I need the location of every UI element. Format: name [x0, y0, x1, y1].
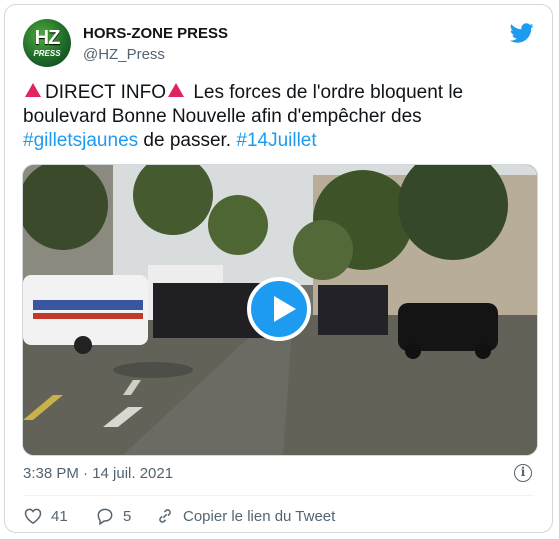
hashtag-14juillet[interactable]: #14Juillet	[236, 130, 316, 151]
play-icon[interactable]	[247, 277, 311, 341]
avatar-logo-text: HZ	[34, 27, 61, 49]
timestamp[interactable]: 3:38 PM · 14 juil. 2021	[23, 465, 173, 482]
link-icon	[159, 509, 171, 523]
video-player[interactable]	[22, 164, 538, 456]
avatar-logo-subtext: PRESS	[33, 49, 61, 58]
account-handle[interactable]: @HZ_Press	[83, 46, 165, 63]
copy-link-label: Copier le lien du Tweet	[183, 507, 336, 525]
reply-icon	[97, 508, 113, 526]
tweet-lead: DIRECT INFO	[45, 82, 167, 103]
heart-icon	[24, 508, 42, 524]
reply-action[interactable]: 5	[95, 506, 131, 526]
divider	[23, 495, 534, 496]
twitter-bird-icon[interactable]	[510, 21, 534, 45]
warning-triangle-icon	[25, 83, 41, 97]
info-icon[interactable]: i	[514, 464, 532, 482]
copy-link-action[interactable]: Copier le lien du Tweet	[155, 506, 335, 526]
tweet-card[interactable]: HZ PRESS HORS-ZONE PRESS @HZ_Press DIREC…	[4, 4, 553, 533]
tweet-text: DIRECT INFO Les forces de l'ordre bloque…	[23, 81, 533, 153]
hashtag-gilletsjaunes[interactable]: #gilletsjaunes	[23, 130, 138, 151]
reply-count: 5	[123, 507, 132, 525]
account-name[interactable]: HORS-ZONE PRESS	[83, 25, 228, 42]
like-action[interactable]: 41	[23, 506, 68, 526]
like-count: 41	[51, 507, 68, 525]
tweet-body-2: de passer.	[138, 130, 237, 151]
warning-triangle-icon	[168, 83, 185, 97]
avatar[interactable]: HZ PRESS	[23, 19, 71, 67]
